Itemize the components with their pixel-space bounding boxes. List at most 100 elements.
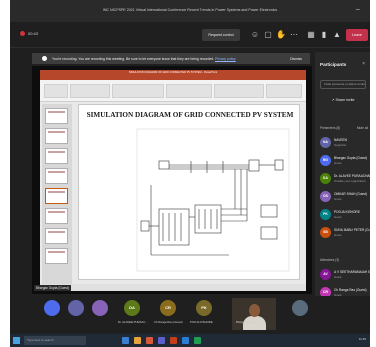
video-tile-name: Bhargav Gupta [236,320,255,324]
meeting-timer: 00:43 [20,31,38,36]
slide-thumbnail[interactable] [45,148,68,164]
strip-participant-name: Ch Ranga Rao (Guest) [154,320,183,324]
meeting-toolbar: 00:43 Request control ☺ ▢ ✋ ⋯ ▦ ▮ ▲ Leav… [10,22,370,48]
participants-panel: Participants × Invite someone or dial a … [315,52,370,322]
participant-name: NAVEEN [334,138,347,142]
taskbar-search[interactable]: Type here to search [24,336,86,345]
timer-text: 00:43 [28,31,39,36]
participant-row[interactable]: AVA V SEETHARAMAIAH S.(...Guest [320,268,370,282]
strip-avatar[interactable] [92,300,108,316]
simulation-diagram [136,128,290,272]
chrome-icon[interactable] [146,337,153,344]
slide-thumbnail[interactable] [45,228,68,244]
participant-role: Guest [334,215,342,219]
slide-thumbnail[interactable] [45,208,68,224]
participant-name: POOJA KISHORE [334,210,360,214]
strip-avatar[interactable]: PK [196,300,212,316]
more-icon[interactable]: ⋯ [289,30,299,40]
slide-thumbnail[interactable] [45,248,68,264]
participants-header: Participants [320,62,347,67]
participant-role: Outside your organization [334,179,366,183]
dismiss-button[interactable]: Dismiss [290,57,302,61]
share-invite-button[interactable]: ↗ Share invite [320,95,366,106]
minimize-button[interactable]: − [355,5,360,14]
strip-participant-name: POOJA KISHORE [190,320,213,324]
slide-thumbnail[interactable] [45,108,68,124]
slide-thumbnail[interactable] [45,168,68,184]
participant-name: Dr. ALAVEE PURAACHANDR... [334,174,370,178]
banner-text: You're recording. You are recording this… [52,56,215,61]
attendees-section[interactable]: Attendees (3) [320,258,339,262]
ppt-title: SIMULATION DIAGRAM OF GRID CONNECTED PV … [128,71,218,75]
participant-row[interactable]: DADr. ALAVEE PURAACHANDR...Outside your … [320,172,370,186]
presenter-label: Bhargav Gupta (Guest) [34,285,71,291]
teams-icon[interactable] [158,337,165,344]
shared-screen: SIMULATION DIAGRAM OF GRID CONNECTED PV … [32,66,312,294]
ppt-status-bar [40,284,306,291]
avatar: OS [320,191,331,202]
request-control-button[interactable]: Request control [202,29,240,41]
strip-avatar[interactable]: DA [124,300,140,316]
avatar: BG [320,155,331,166]
participant-role: Organizer [334,143,347,147]
participant-row[interactable]: NA NAVEEN Organizer [320,136,370,150]
ribbon-group-clipboard [44,84,68,98]
mute-all-button[interactable]: Mute all [357,126,368,130]
participant-name: Bhargav Gupta (Guest) [334,156,367,160]
word-icon[interactable] [182,337,189,344]
video-tile[interactable] [232,298,276,330]
ribbon-group-slides [70,84,110,98]
participant-row[interactable]: OS OMKAR SHAH (Guest) Guest [320,190,370,204]
edge-icon[interactable] [122,337,129,344]
slide-thumbnail[interactable] [45,128,68,144]
powerpoint-window: SIMULATION DIAGRAM OF GRID CONNECTED PV … [40,70,306,291]
recording-banner: You're recording. You are recording this… [32,53,310,64]
ribbon-group-paragraph [166,84,212,98]
participant-name: SUNIL BABU PETER (Guest) [334,228,370,232]
chat-icon[interactable]: ▢ [263,30,273,40]
people-icon[interactable]: ☺ [250,30,260,40]
avatar: PK [320,209,331,220]
avatar: AV [320,269,331,280]
share-invite-label: Share invite [335,98,355,102]
participant-strip: DA Dr. ALAVEE PURAAC... CR Ch Ranga Rao (Gu… [10,296,370,334]
participant-role: Guest [334,275,342,279]
leave-button[interactable]: Leave [346,29,368,41]
current-slide: SIMULATION DIAGRAM OF GRID CONNECTED PV … [78,104,300,280]
close-icon[interactable]: × [362,61,365,67]
title-bar: INC NICPSPE 2021 Virtual International C… [10,0,370,22]
file-explorer-icon[interactable] [134,337,141,344]
windows-start-icon[interactable] [13,337,20,344]
share-icon[interactable]: ▲ [332,30,342,40]
ribbon-group-editing [266,84,302,98]
participant-row[interactable]: PK POOJA KISHORE Guest [320,208,370,222]
presenters-section[interactable]: Presenters (8) [320,126,340,130]
ppt-ribbon [40,80,306,102]
participant-role: Guest [334,233,342,237]
privacy-policy-link[interactable]: Privacy policy [215,57,236,61]
participant-name: A V SEETHARAMAIAH S.(... [334,270,370,274]
window-title: INC NICPSPE 2021 Virtual International C… [102,8,278,12]
invite-input[interactable]: Invite someone or dial a number [320,80,366,89]
avatar: NA [320,137,331,148]
camera-icon[interactable]: ▦ [306,30,316,40]
strip-avatar[interactable]: CR [160,300,176,316]
participant-role: Guest [334,161,342,165]
teams-window: INC NICPSPE 2021 Virtual International C… [10,0,370,347]
hand-icon[interactable]: ✋ [276,30,286,40]
participant-row[interactable]: SBSUNIL BABU PETER (Guest)Guest [320,226,370,240]
recording-dot-icon [20,31,25,36]
mic-icon[interactable]: ▮ [319,30,329,40]
participant-name: OMKAR SHAH (Guest) [334,192,367,196]
person-video-head [249,304,260,317]
slide-thumbnail-selected[interactable] [45,188,68,204]
avatar: SB [320,227,331,238]
powerpoint-icon[interactable] [170,337,177,344]
ribbon-group-font [112,84,164,98]
extra-participant-avatar[interactable] [292,300,308,316]
excel-icon[interactable] [194,337,201,344]
participant-name: Ch Ranga Rao (Guest) [334,288,367,292]
strip-avatar[interactable] [68,300,84,316]
participant-row[interactable]: BG Bhargav Gupta (Guest) Guest [320,154,370,168]
strip-avatar[interactable] [44,300,60,316]
